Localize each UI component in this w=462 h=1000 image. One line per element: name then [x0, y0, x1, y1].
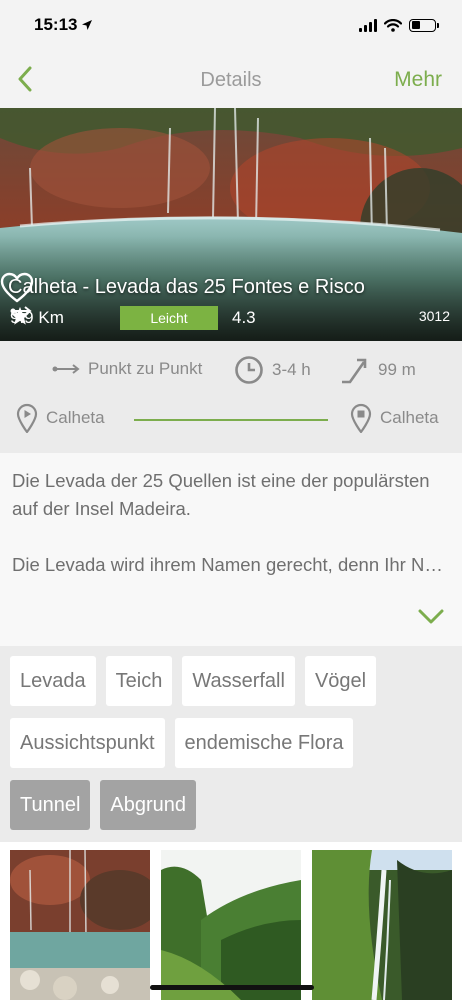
description-paragraph-2: Die Levada wird ihrem Namen gerecht, den… — [12, 554, 450, 575]
hero-image[interactable]: Calheta - Levada das 25 Fontes e Risco 9… — [0, 108, 462, 341]
wifi-icon — [384, 18, 402, 32]
gallery-photo-3[interactable] — [312, 850, 452, 1000]
location-arrow-icon — [82, 20, 93, 30]
trail-details-screen: 15:13 Details Mehr Calheta - Levada das … — [0, 0, 462, 1000]
tag-levada[interactable]: Levada — [10, 656, 96, 706]
battery-icon — [409, 18, 439, 32]
status-bar: 15:13 — [0, 0, 462, 50]
pool-photo — [10, 850, 150, 1000]
start-point: Calheta — [16, 403, 105, 433]
heart-icon[interactable] — [0, 272, 34, 304]
end-point: Calheta — [350, 403, 439, 433]
status-time: 15:13 — [34, 15, 93, 35]
description: Die Levada der 25 Quellen ist eine der p… — [0, 453, 462, 646]
tag-teich[interactable]: Teich — [105, 656, 173, 706]
route-line — [134, 419, 328, 421]
tag-voegel[interactable]: Vögel — [304, 656, 377, 706]
gallery-photo-1[interactable] — [10, 850, 150, 1000]
tag-row: Levada Teich Wasserfall Vögel — [10, 656, 462, 706]
valley-photo — [161, 850, 301, 1000]
more-button[interactable]: Mehr — [394, 68, 442, 92]
end-pin-icon — [350, 403, 372, 433]
photo-gallery — [0, 842, 462, 1000]
chevron-left-icon — [18, 66, 32, 92]
trail-rating: 4.3 — [10, 306, 256, 328]
home-indicator[interactable] — [150, 985, 314, 990]
tag-endemische-flora[interactable]: endemische Flora — [174, 718, 354, 768]
description-paragraph-1: Die Levada der 25 Quellen ist eine der p… — [12, 470, 430, 519]
tag-row: Aussichtspunkt endemische Flora — [10, 718, 462, 768]
cliff-waterfall-photo — [312, 850, 452, 1000]
tag-abgrund[interactable]: Abgrund — [100, 780, 197, 830]
gallery-photo-2[interactable] — [161, 850, 301, 1000]
nav-bar: Details Mehr — [0, 50, 462, 110]
trail-meta: 9.9 Km Leicht 4.3 — [10, 306, 256, 330]
start-pin-icon — [16, 403, 38, 433]
route-type: Punkt zu Punkt — [52, 359, 202, 379]
trail-info: Punkt zu Punkt 3-4 h 99 m Calheta Calhet… — [0, 341, 462, 453]
nav-title: Details — [200, 68, 262, 91]
star-icon — [10, 306, 30, 325]
route-arrow-icon — [52, 364, 80, 374]
back-button[interactable] — [10, 64, 40, 94]
trail-title: Calheta - Levada das 25 Fontes e Risco — [8, 276, 365, 298]
duration: 3-4 h — [234, 355, 311, 385]
tag-aussichtspunkt[interactable]: Aussichtspunkt — [10, 718, 165, 768]
tag-tunnel[interactable]: Tunnel — [10, 780, 91, 830]
status-icons — [359, 18, 439, 32]
clock-icon — [235, 356, 263, 384]
elevation: 99 m — [340, 355, 416, 385]
tag-wasserfall[interactable]: Wasserfall — [182, 656, 295, 706]
elevation-icon — [342, 358, 367, 384]
likes-count: 3012 — [418, 308, 450, 324]
tag-list: Levada Teich Wasserfall Vögel Aussichtsp… — [0, 646, 462, 842]
signal-icon — [359, 18, 377, 32]
difficulty-badge: Leicht — [120, 306, 218, 330]
tag-row: Tunnel Abgrund — [10, 780, 462, 830]
chevron-down-icon[interactable] — [418, 609, 444, 625]
